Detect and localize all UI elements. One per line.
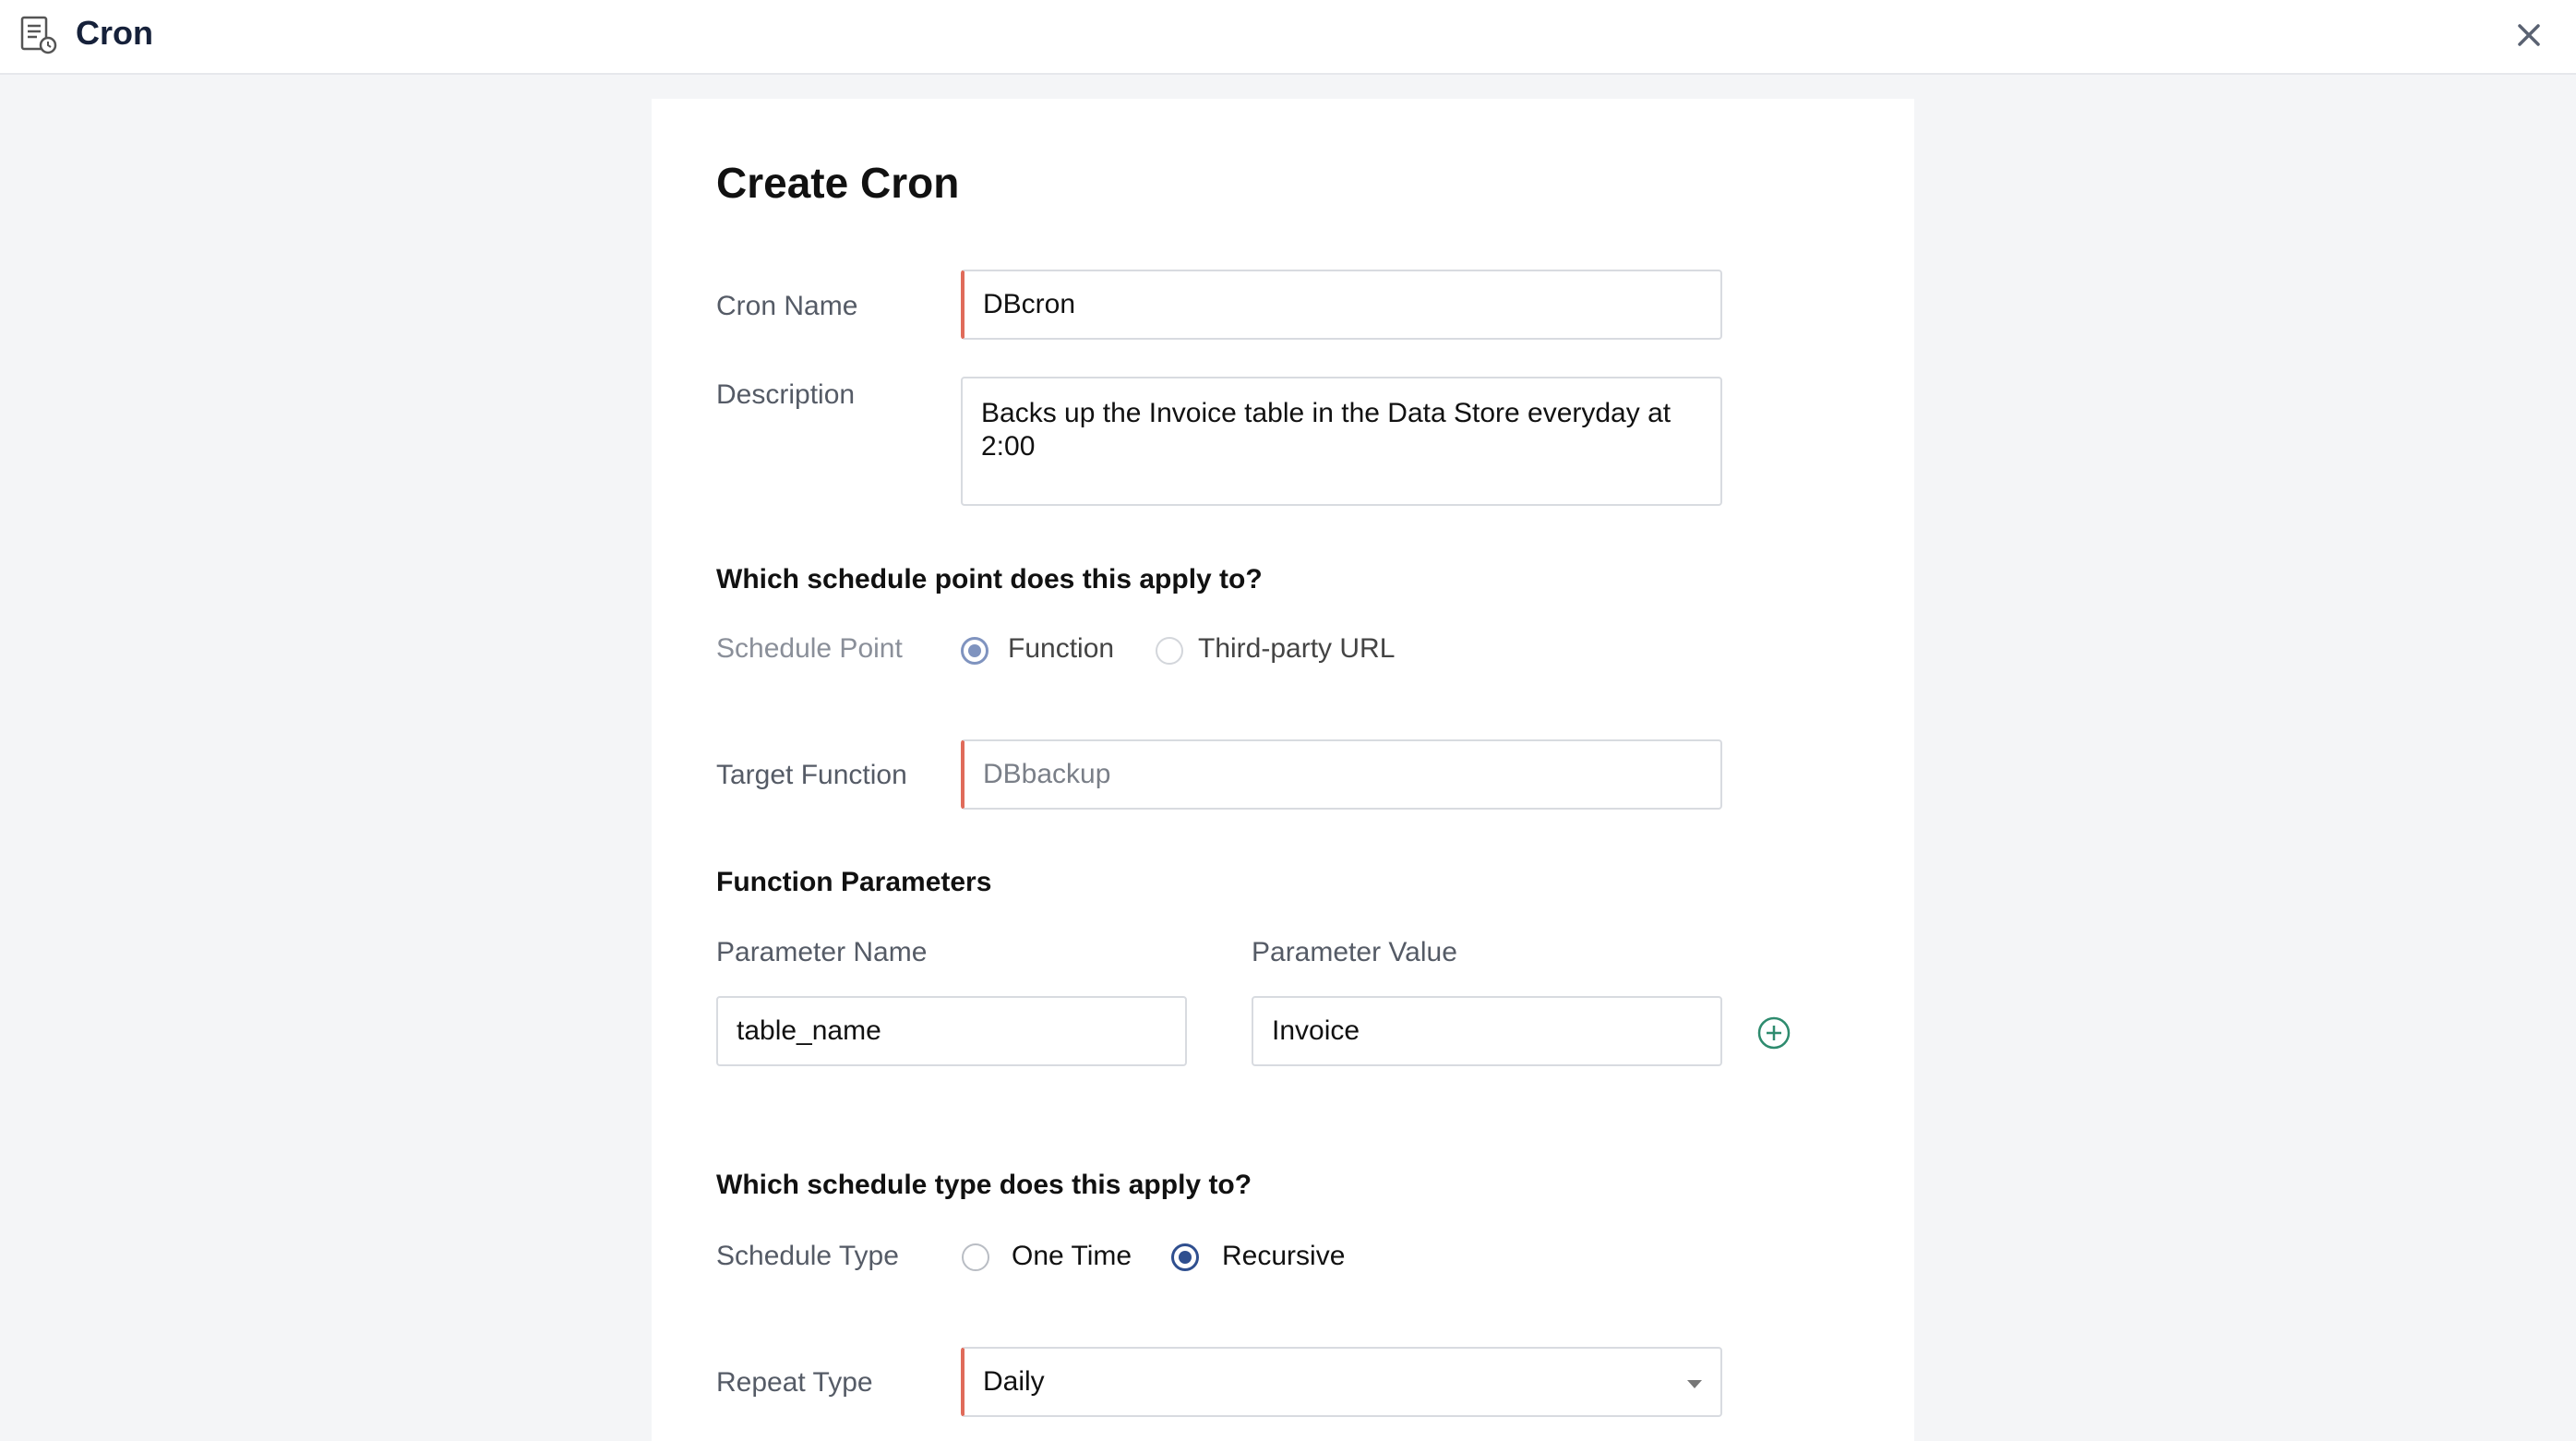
description-textarea[interactable]: Backs up the Invoice table in the Data S… <box>961 377 1722 506</box>
cron-name-input[interactable]: DBcron <box>961 270 1722 340</box>
target-function-label: Target Function <box>716 760 907 790</box>
schedule-type-label: Schedule Type <box>716 1241 899 1271</box>
schedule-type-question: Which schedule type does this apply to? <box>716 1170 1252 1200</box>
add-circle-icon[interactable] <box>1756 1015 1791 1051</box>
cron-document-icon <box>20 16 57 54</box>
close-icon[interactable] <box>2509 15 2549 55</box>
target-function-value: DBbackup <box>983 759 1111 789</box>
parameter-name-value: table_name <box>737 1015 881 1046</box>
parameter-name-header: Parameter Name <box>716 937 928 967</box>
schedule-point-label: Schedule Point <box>716 633 903 664</box>
parameter-value-value: Invoice <box>1272 1015 1360 1046</box>
repeat-type-label: Repeat Type <box>716 1367 873 1398</box>
app-title: Cron <box>76 14 153 52</box>
recursive-radio-label[interactable]: Recursive <box>1222 1238 1345 1275</box>
schedule-point-question: Which schedule point does this apply to? <box>716 564 1263 594</box>
page-title: Create Cron <box>716 159 960 207</box>
third-party-url-radio[interactable] <box>1156 637 1183 665</box>
chevron-down-icon <box>1687 1380 1702 1388</box>
parameter-value-header: Parameter Value <box>1252 937 1457 967</box>
parameter-value-input[interactable]: Invoice <box>1252 996 1722 1066</box>
function-radio[interactable] <box>961 637 988 665</box>
top-bar: Cron <box>0 0 2576 75</box>
repeat-type-select[interactable]: Daily <box>961 1347 1722 1417</box>
description-value: Backs up the Invoice table in the Data S… <box>981 398 1671 462</box>
one-time-radio-label[interactable]: One Time <box>1012 1238 1132 1275</box>
function-radio-label[interactable]: Function <box>1008 630 1114 667</box>
cron-name-value: DBcron <box>983 289 1076 319</box>
parameter-name-input[interactable]: table_name <box>716 996 1187 1066</box>
recursive-radio[interactable] <box>1171 1243 1199 1271</box>
cron-name-label: Cron Name <box>716 291 858 321</box>
third-party-url-radio-label[interactable]: Third-party URL <box>1198 630 1395 667</box>
repeat-type-value: Daily <box>983 1366 1045 1397</box>
function-parameters-title: Function Parameters <box>716 867 992 897</box>
one-time-radio[interactable] <box>962 1243 989 1271</box>
description-label: Description <box>716 379 856 410</box>
target-function-input[interactable]: DBbackup <box>961 739 1722 810</box>
